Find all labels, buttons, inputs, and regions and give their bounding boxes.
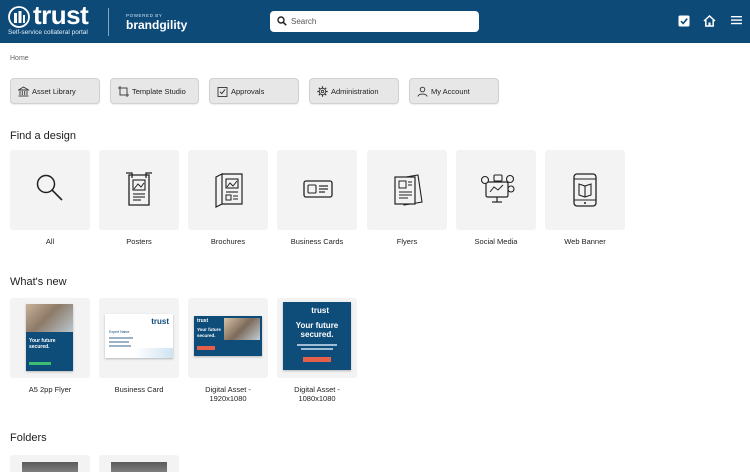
- new-label-digital-asset-1080-text: Digital Asset - 1080x1080: [294, 385, 340, 403]
- folder-thumbnail: [111, 462, 167, 472]
- menu-button[interactable]: [731, 15, 744, 28]
- business-card-brand: trust: [151, 317, 169, 326]
- design-tile-business-cards[interactable]: [277, 150, 357, 230]
- brochure-icon: [215, 173, 243, 208]
- folder-item[interactable]: [10, 455, 90, 472]
- asset-library-label: Asset Library: [32, 87, 76, 96]
- business-card-line: [109, 345, 131, 347]
- magnifier-icon: [36, 174, 63, 201]
- powered-by-brand: POWERED BY brandgility: [126, 13, 187, 32]
- new-label-business-card: Business Card: [114, 385, 164, 394]
- design-label-brochures: Brochures: [210, 237, 246, 246]
- home-icon: [703, 15, 716, 27]
- social-media-icon: [480, 174, 515, 203]
- header-divider: [108, 8, 109, 36]
- asset-square-text-line: [297, 344, 337, 346]
- new-label-a5-flyer: A5 2pp Flyer: [28, 385, 72, 394]
- a5-flyer-thumbnail: Your future secured.: [26, 304, 73, 371]
- asset-library-button[interactable]: Asset Library: [10, 78, 100, 104]
- business-card-line: [109, 337, 133, 339]
- asset-square-brand: trust: [311, 306, 329, 315]
- frame-icon: [118, 86, 129, 97]
- logo-wordmark: trust: [33, 0, 89, 30]
- asset-cta: [197, 346, 215, 350]
- new-item-digital-asset-1080[interactable]: trust Your future secured.: [277, 298, 357, 378]
- design-label-web-banner: Web Banner: [564, 237, 606, 246]
- design-label-posters: Posters: [126, 237, 152, 246]
- asset-brand: trust: [197, 318, 209, 324]
- user-icon: [417, 86, 428, 97]
- home-button[interactable]: [703, 15, 716, 28]
- flyer-icon: [394, 174, 423, 206]
- search-input[interactable]: [291, 13, 471, 30]
- hamburger-menu-icon: [731, 16, 742, 25]
- logo-tagline: Self-service collateral portal: [8, 29, 88, 36]
- search-icon: [277, 16, 287, 26]
- flyer-accent-bar: [29, 362, 51, 365]
- asset-headline-2: secured.: [197, 333, 216, 338]
- design-tile-flyers[interactable]: [367, 150, 447, 230]
- new-item-digital-asset-1920[interactable]: trust Your future secured.: [188, 298, 268, 378]
- new-item-a5-flyer[interactable]: Your future secured.: [10, 298, 90, 378]
- asset-square-headline-1: Your future: [295, 321, 339, 330]
- find-a-design-heading: Find a design: [10, 130, 77, 142]
- brandgility-label: brandgility: [126, 18, 188, 32]
- design-label-all: All: [45, 237, 55, 246]
- asset-square-text-line: [301, 348, 333, 350]
- new-label-digital-asset-1920-text: Digital Asset - 1920x1080: [205, 385, 251, 403]
- approvals-shortcut-button[interactable]: [678, 15, 691, 28]
- design-label-social-media: Social Media: [474, 237, 518, 246]
- flyer-photo: [26, 304, 73, 332]
- design-tile-social-media[interactable]: [456, 150, 536, 230]
- design-tile-brochures[interactable]: [188, 150, 268, 230]
- checkbox-icon: [217, 87, 228, 97]
- design-label-flyers: Flyers: [396, 237, 418, 246]
- business-card-wave: [135, 348, 173, 358]
- new-label-digital-asset-1080: Digital Asset - 1080x1080: [272, 385, 362, 403]
- my-account-button[interactable]: My Account: [409, 78, 499, 104]
- business-card-person: Expert Name: [109, 330, 130, 334]
- folder-thumbnail: [22, 462, 78, 472]
- asset-photo: [224, 318, 260, 340]
- flyer-headline-2: secured.: [29, 344, 50, 350]
- breadcrumb-home[interactable]: Home: [10, 55, 29, 62]
- digital-asset-1080-thumbnail: trust Your future secured.: [283, 302, 351, 370]
- gear-icon: [317, 86, 328, 97]
- design-tile-posters[interactable]: [99, 150, 179, 230]
- design-tile-web-banner[interactable]: [545, 150, 625, 230]
- business-card-thumbnail: trust Expert Name: [105, 314, 173, 358]
- business-card-icon: [303, 180, 333, 198]
- design-label-business-cards: Business Cards: [290, 237, 344, 246]
- tablet-icon: [573, 173, 597, 207]
- trust-logo[interactable]: trust Self-service collateral portal: [8, 0, 108, 39]
- new-label-digital-asset-1920: Digital Asset - 1920x1080: [183, 385, 273, 403]
- folder-item[interactable]: [99, 455, 179, 472]
- design-tile-all[interactable]: [10, 150, 90, 230]
- template-studio-label: Template Studio: [132, 87, 186, 96]
- whats-new-heading: What's new: [10, 276, 67, 288]
- checkbox-check-icon: [678, 15, 690, 27]
- trust-logo-icon: [8, 6, 30, 28]
- asset-square-headline-2: secured.: [300, 330, 334, 339]
- asset-square-cta: [303, 357, 331, 362]
- approvals-label: Approvals: [231, 87, 265, 96]
- search-box[interactable]: [270, 11, 479, 32]
- asset-headline-1: Your future: [197, 327, 221, 332]
- digital-asset-1920-thumbnail: trust Your future secured.: [194, 316, 262, 356]
- folders-heading: Folders: [10, 432, 47, 444]
- top-bar: trust Self-service collateral portal POW…: [0, 0, 750, 43]
- bank-icon: [18, 86, 29, 97]
- approvals-button[interactable]: Approvals: [209, 78, 299, 104]
- poster-icon: [126, 172, 152, 206]
- template-studio-button[interactable]: Template Studio: [110, 78, 199, 104]
- administration-button[interactable]: Administration: [309, 78, 399, 104]
- business-card-line: [109, 341, 129, 343]
- administration-label: Administration: [331, 87, 379, 96]
- my-account-label: My Account: [431, 87, 470, 96]
- new-item-business-card[interactable]: trust Expert Name: [99, 298, 179, 378]
